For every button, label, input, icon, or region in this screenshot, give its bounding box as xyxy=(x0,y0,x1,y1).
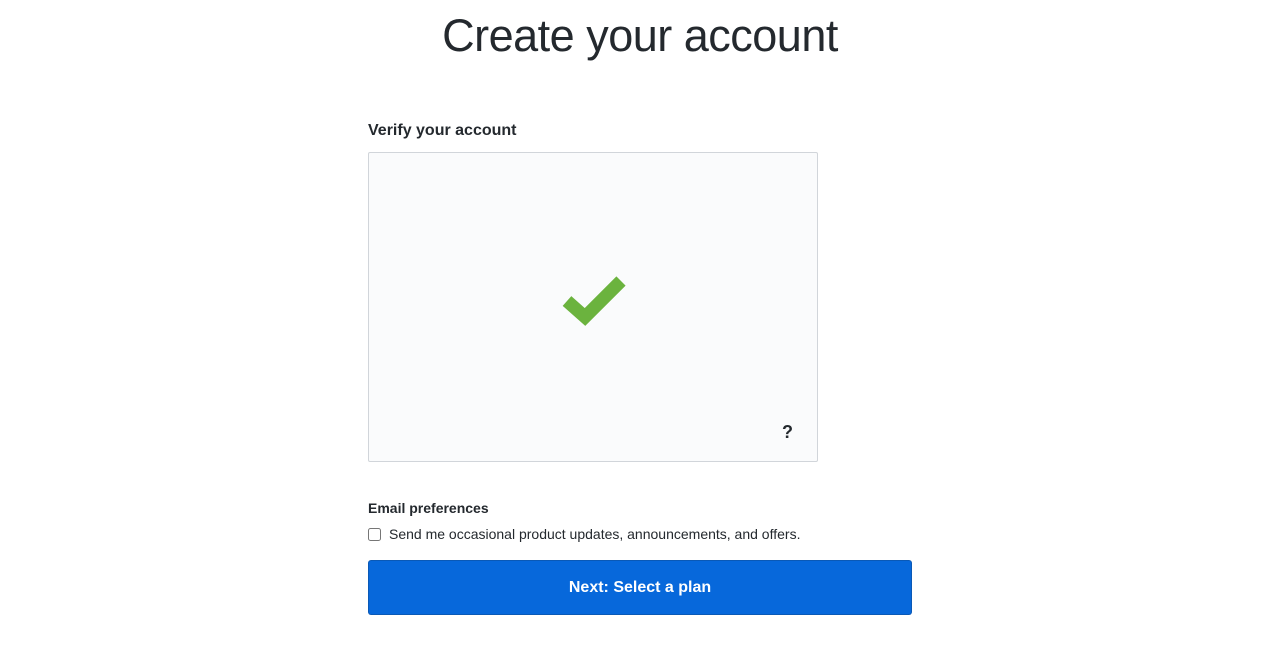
next-button[interactable]: Next: Select a plan xyxy=(368,560,912,615)
page-title: Create your account xyxy=(368,10,912,62)
help-icon[interactable]: ? xyxy=(782,422,793,443)
email-prefs-row: Send me occasional product updates, anno… xyxy=(368,526,912,542)
email-prefs-checkbox-label[interactable]: Send me occasional product updates, anno… xyxy=(389,526,800,542)
checkmark-icon xyxy=(553,259,633,344)
email-prefs-checkbox[interactable] xyxy=(368,528,381,541)
captcha-panel: ? xyxy=(368,152,818,462)
email-prefs-heading: Email preferences xyxy=(368,500,912,516)
verify-label: Verify your account xyxy=(368,122,912,140)
